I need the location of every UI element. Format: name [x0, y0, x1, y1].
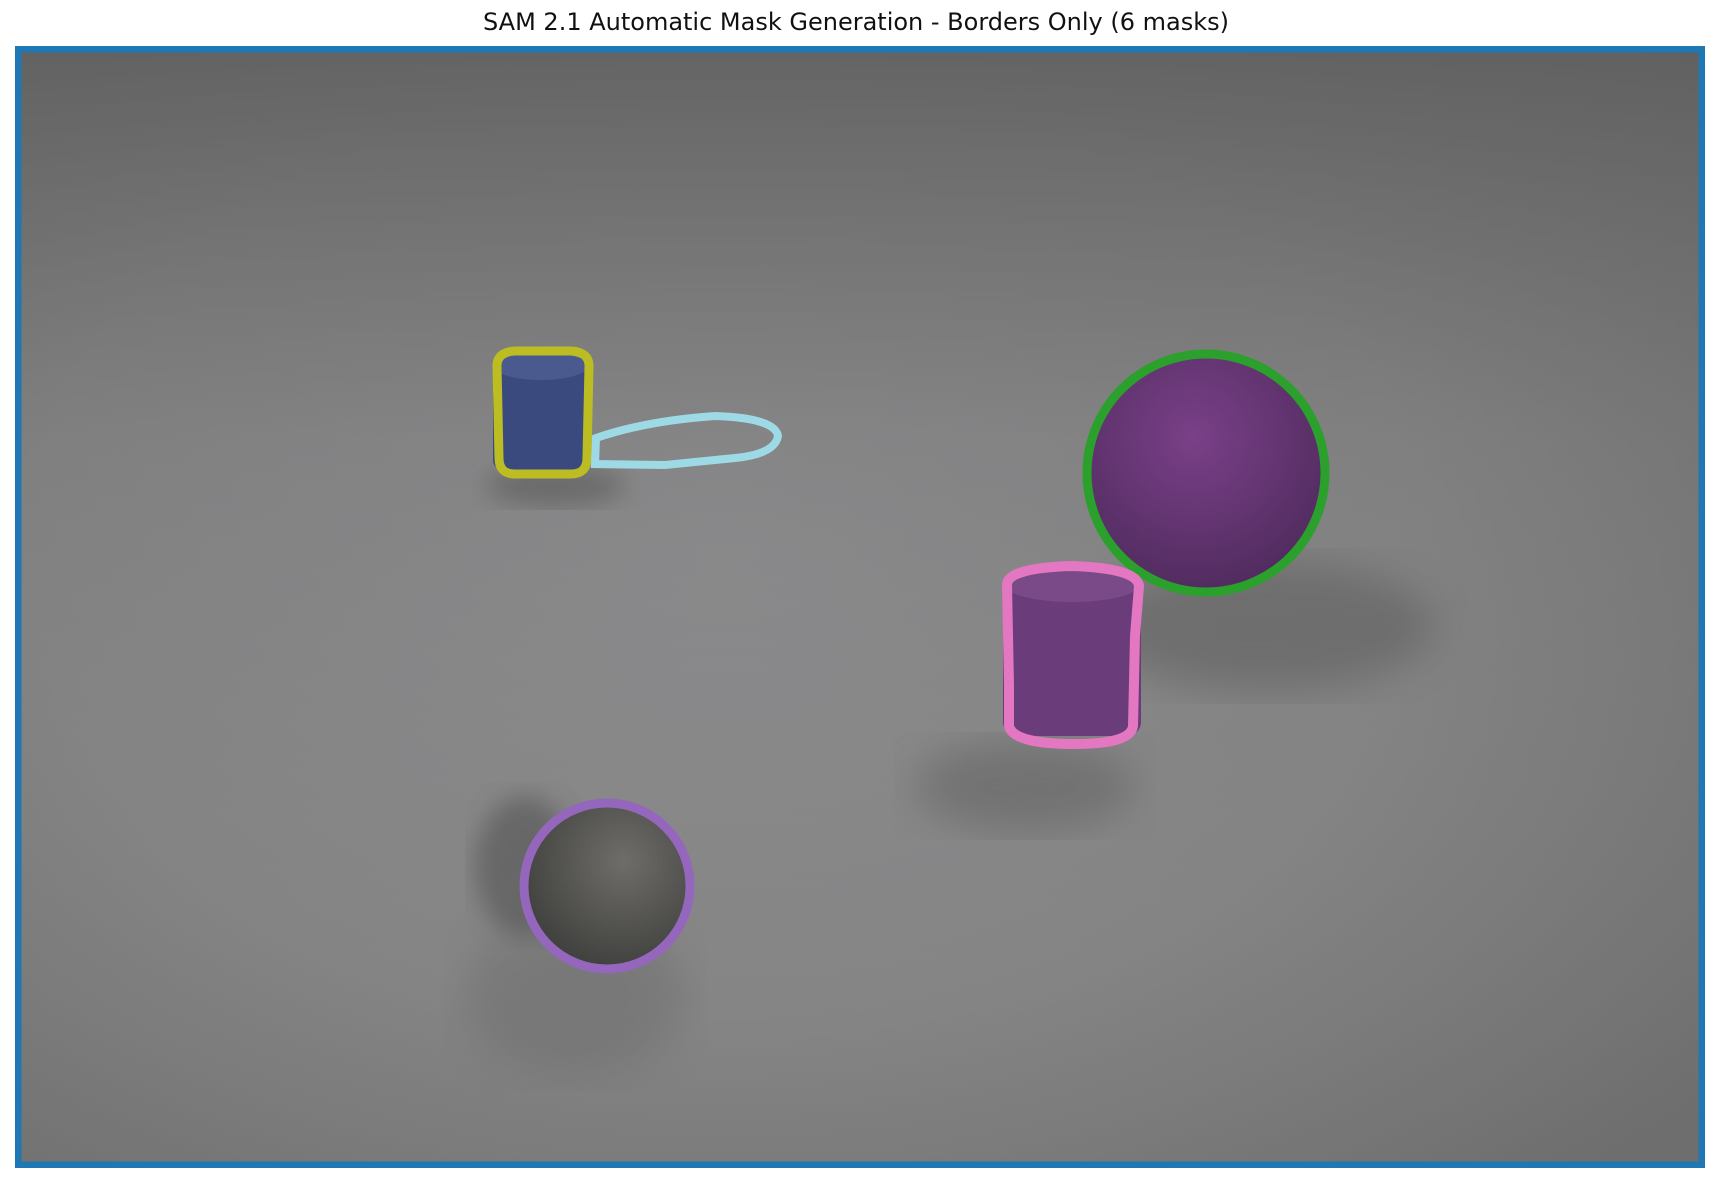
- shadow: [915, 741, 1135, 831]
- blue-cylinder: [493, 352, 589, 470]
- segmentation-image: [15, 46, 1705, 1168]
- purple-cylinder: [1003, 566, 1141, 736]
- wall-shading: [15, 46, 1705, 1168]
- figure-title: SAM 2.1 Automatic Mask Generation - Bord…: [482, 8, 1229, 36]
